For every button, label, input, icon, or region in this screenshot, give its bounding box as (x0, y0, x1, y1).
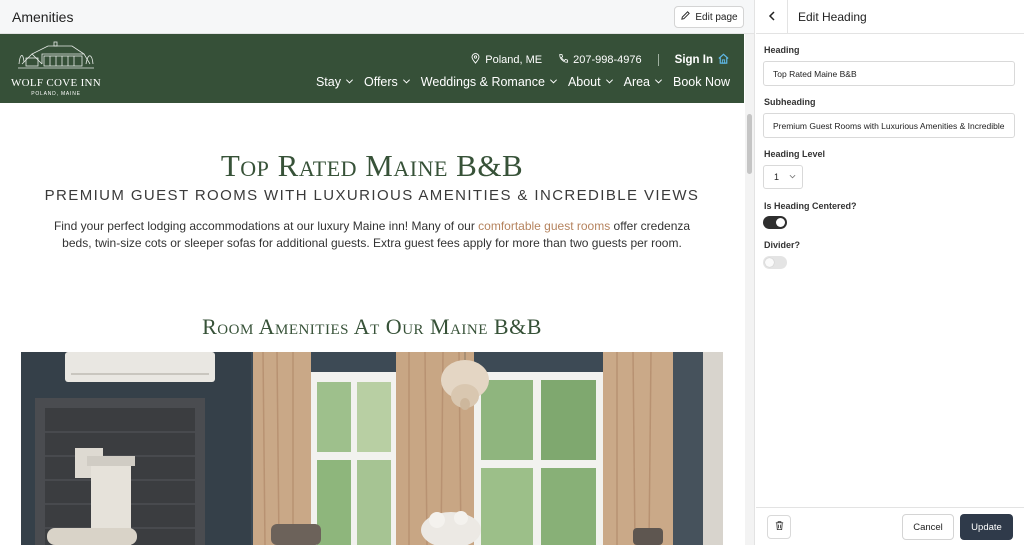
chevron-down-icon (605, 75, 614, 89)
delete-button[interactable] (767, 515, 791, 539)
location-text: Poland, ME (485, 54, 543, 66)
sign-in-link[interactable]: Sign In (675, 52, 730, 68)
heading-level-value: 1 (774, 172, 780, 182)
chevron-down-icon (789, 172, 796, 182)
nav-label: About (567, 75, 601, 89)
site-preview[interactable]: WOLF COVE INN POLAND, MAINE Poland, ME 2… (0, 34, 744, 545)
nav-item-weddings[interactable]: Weddings & Romance (421, 75, 558, 89)
main-nav: Stay Offers Weddings & Romance About Are… (316, 75, 730, 89)
room-photo (21, 352, 723, 545)
nav-item-offers[interactable]: Offers (364, 75, 411, 89)
nav-label: Weddings & Romance (420, 75, 545, 89)
edit-page-button[interactable]: Edit page (674, 6, 744, 28)
nav-item-area[interactable]: Area (624, 75, 663, 89)
heading-level-label: Heading Level (764, 149, 826, 159)
logo-location: POLAND, MAINE (31, 91, 81, 97)
hero-paragraph: Find your perfect lodging accommodations… (48, 218, 696, 252)
panel-title: Edit Heading (798, 10, 867, 24)
pencil-icon (680, 10, 691, 24)
nav-label: Offers (363, 75, 398, 89)
toggle-knob (765, 258, 774, 267)
map-pin-icon (470, 53, 481, 67)
toggle-knob (776, 218, 785, 227)
back-arrow-icon (767, 8, 777, 26)
guest-rooms-link[interactable]: comfortable guest rooms (478, 219, 610, 233)
home-icon (717, 52, 730, 68)
divider-toggle[interactable] (763, 256, 787, 269)
centered-toggle[interactable] (763, 216, 787, 229)
centered-label: Is Heading Centered? (764, 201, 857, 211)
chevron-down-icon (654, 75, 663, 89)
logo-wordmark: WOLF COVE INN (10, 77, 102, 89)
hero-heading[interactable]: Top Rated Maine B&B (0, 148, 744, 184)
editor-topbar: Amenities Edit page (0, 0, 754, 34)
subheading-input[interactable] (763, 113, 1015, 138)
panel-footer: Cancel Update (756, 507, 1024, 545)
phone-icon (558, 53, 569, 67)
divider (657, 54, 659, 66)
amenities-heading: Room Amenities At Our Maine B&B (202, 314, 542, 339)
nav-item-stay[interactable]: Stay (316, 75, 354, 89)
page-editor: Amenities Edit page WOLF COVE INN POLAND… (0, 0, 755, 545)
preview-scrollbar[interactable] (745, 34, 754, 545)
edit-heading-panel: Edit Heading Heading Subheading Heading … (756, 0, 1024, 545)
edit-page-label: Edit page (695, 11, 738, 23)
update-button[interactable]: Update (960, 514, 1013, 540)
location-link[interactable]: Poland, ME (470, 53, 542, 67)
heading-label: Heading (764, 45, 800, 55)
cancel-button[interactable]: Cancel (902, 514, 954, 540)
nav-label: Book Now (673, 75, 730, 89)
chevron-down-icon (402, 75, 411, 89)
panel-header: Edit Heading (756, 0, 1024, 34)
header-utility-bar: Poland, ME 207-998-4976 Sign In (470, 52, 730, 68)
sign-in-label: Sign In (674, 54, 713, 66)
site-header: WOLF COVE INN POLAND, MAINE Poland, ME 2… (0, 34, 744, 103)
nav-label: Area (623, 75, 651, 89)
inn-illustration (18, 41, 94, 69)
back-button[interactable] (756, 0, 788, 34)
trash-icon (774, 518, 785, 536)
hero-subheading: PREMIUM GUEST ROOMS WITH LUXURIOUS AMENI… (44, 187, 700, 204)
nav-label: Stay (315, 75, 341, 89)
phone-text: 207-998-4976 (573, 54, 642, 66)
subheading-label: Subheading (764, 97, 816, 107)
paragraph-text: Find your perfect lodging accommodations… (53, 219, 479, 233)
nav-item-book-now[interactable]: Book Now (673, 75, 730, 89)
divider-label: Divider? (764, 240, 801, 250)
page-title: Amenities (12, 9, 74, 25)
heading-level-select[interactable]: 1 (763, 165, 803, 189)
heading-input[interactable] (763, 61, 1015, 86)
chevron-down-icon (549, 75, 558, 89)
site-logo[interactable]: WOLF COVE INN POLAND, MAINE (8, 40, 104, 98)
nav-item-about[interactable]: About (568, 75, 614, 89)
phone-link[interactable]: 207-998-4976 (558, 53, 642, 67)
chevron-down-icon (345, 75, 354, 89)
scrollbar-thumb[interactable] (747, 114, 752, 174)
